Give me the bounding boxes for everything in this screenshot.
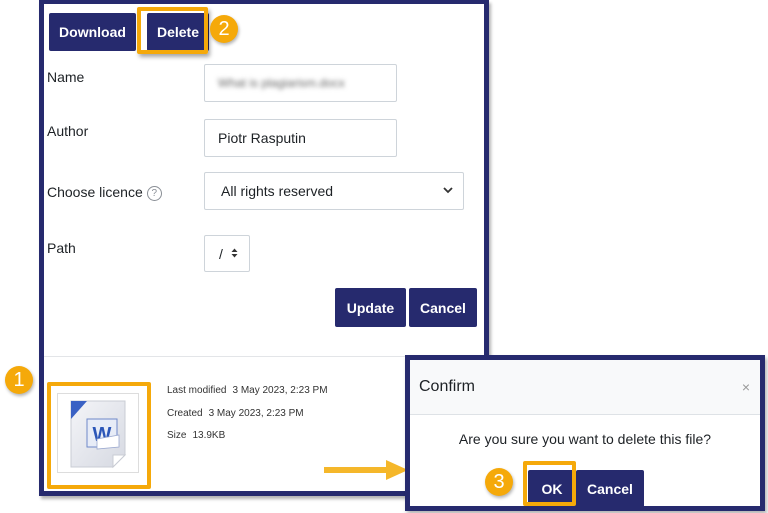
ok-highlight	[523, 461, 576, 506]
update-button[interactable]: Update	[335, 288, 406, 327]
created-value: 3 May 2023, 2:23 PM	[208, 408, 304, 419]
chevron-down-icon	[443, 185, 453, 197]
arrow-right-icon	[324, 460, 408, 480]
cancel-button[interactable]: Cancel	[409, 288, 477, 327]
created-row: Created 3 May 2023, 2:23 PM	[167, 408, 304, 419]
dialog-header: Confirm ×	[410, 360, 760, 415]
author-input[interactable]: Piotr Rasputin	[204, 119, 397, 157]
delete-highlight	[137, 7, 208, 54]
name-input[interactable]: What is plagiarism.docx	[204, 64, 397, 102]
last-modified-label: Last modified	[167, 385, 227, 396]
step-badge-2: 2	[210, 15, 238, 43]
download-button[interactable]: Download	[49, 13, 136, 51]
step-badge-1: 1	[5, 366, 33, 394]
name-value: What is plagiarism.docx	[218, 76, 345, 90]
path-label: Path	[47, 240, 76, 256]
confirm-dialog: Confirm × Are you sure you want to delet…	[405, 355, 765, 511]
size-label: Size	[167, 430, 187, 441]
licence-label-wrap: Choose licence?	[47, 184, 162, 201]
author-value: Piotr Rasputin	[218, 130, 306, 146]
last-modified-value: 3 May 2023, 2:23 PM	[232, 385, 328, 396]
help-icon[interactable]: ?	[146, 185, 162, 201]
word-document-icon: W	[70, 400, 127, 469]
dialog-message: Are you sure you want to delete this fil…	[458, 431, 712, 447]
sort-spinner-icon	[231, 248, 238, 260]
size-row: Size 13.9KB	[167, 430, 225, 441]
file-thumbnail[interactable]: W	[57, 393, 139, 473]
created-label: Created	[167, 408, 203, 419]
author-label: Author	[47, 123, 89, 139]
name-label: Name	[47, 69, 85, 85]
close-icon[interactable]: ×	[742, 379, 750, 395]
dialog-cancel-button[interactable]: Cancel	[576, 470, 644, 508]
path-select[interactable]: /	[204, 235, 250, 272]
step-badge-3: 3	[485, 468, 513, 496]
last-modified-row: Last modified 3 May 2023, 2:23 PM	[167, 385, 328, 396]
path-value: /	[219, 245, 223, 262]
dialog-title: Confirm	[419, 378, 476, 395]
licence-value: All rights reserved	[221, 183, 334, 199]
licence-select[interactable]: All rights reserved	[204, 172, 464, 210]
licence-label: Choose licence	[47, 184, 143, 200]
size-value: 13.9KB	[192, 430, 226, 441]
